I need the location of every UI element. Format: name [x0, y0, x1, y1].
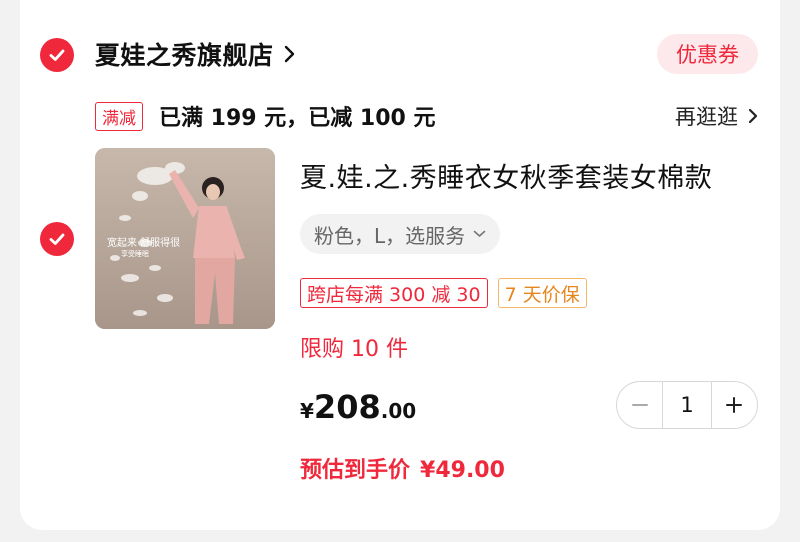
spec-selector[interactable]: 粉色，L，选服务	[300, 214, 501, 254]
quantity-stepper: 1	[616, 381, 758, 429]
check-icon	[49, 49, 65, 61]
purchase-limit: 限购 10 件	[300, 337, 408, 362]
spec-label: 粉色，L，选服务	[314, 223, 466, 248]
quantity-value[interactable]: 1	[662, 382, 712, 428]
product-select-checkbox[interactable]	[40, 222, 74, 256]
chevron-right-icon	[748, 108, 758, 124]
price-integer: 208	[313, 388, 381, 426]
store-select-checkbox[interactable]	[40, 38, 74, 72]
cart-store-card: 夏娃之秀旗舰店 优惠券 满减 已满 199 元，已减 100 元 再逛逛 宽起来…	[20, 0, 780, 530]
decrease-button[interactable]	[617, 382, 662, 428]
browse-more-link[interactable]: 再逛逛	[675, 100, 758, 132]
price-protection-tag: 7 天价保	[497, 278, 587, 308]
plus-icon	[726, 397, 743, 413]
cross-store-discount-tag: 跨店每满 300 减 30	[300, 278, 488, 308]
product-image[interactable]: 宽起来 舒服得很 享受睡眠	[95, 148, 275, 329]
chevron-right-icon	[284, 45, 294, 63]
product-price: ¥ 208 .00	[300, 388, 416, 426]
promo-text: 已满 199 元，已减 100 元	[159, 106, 436, 131]
chevron-down-icon	[473, 230, 486, 237]
increase-button[interactable]	[712, 382, 757, 428]
estimated-price: 预估到手价 ¥49.00	[300, 452, 505, 484]
promo-tags: 跨店每满 300 减 30 7 天价保	[300, 278, 587, 308]
store-header[interactable]: 夏娃之秀旗舰店	[95, 36, 296, 72]
browse-more-label: 再逛逛	[675, 105, 738, 129]
image-caption-2: 享受睡眠	[121, 250, 149, 258]
store-name[interactable]: 夏娃之秀旗舰店	[95, 36, 274, 72]
product-title[interactable]: 夏.娃.之.秀睡衣女秋季套装女棉款	[300, 156, 712, 195]
estimated-price-label: 预估到手价	[300, 458, 411, 483]
promo-row: 满减 已满 199 元，已减 100 元	[95, 100, 435, 132]
estimated-price-value: ¥49.00	[420, 458, 505, 483]
image-caption-1: 宽起来 舒服得很	[107, 238, 181, 249]
price-decimal: .00	[380, 399, 417, 423]
check-icon	[49, 233, 65, 245]
price-symbol: ¥	[300, 399, 314, 423]
minus-icon	[631, 404, 648, 406]
promo-tag: 满减	[95, 101, 143, 131]
coupon-button[interactable]: 优惠券	[657, 34, 758, 74]
